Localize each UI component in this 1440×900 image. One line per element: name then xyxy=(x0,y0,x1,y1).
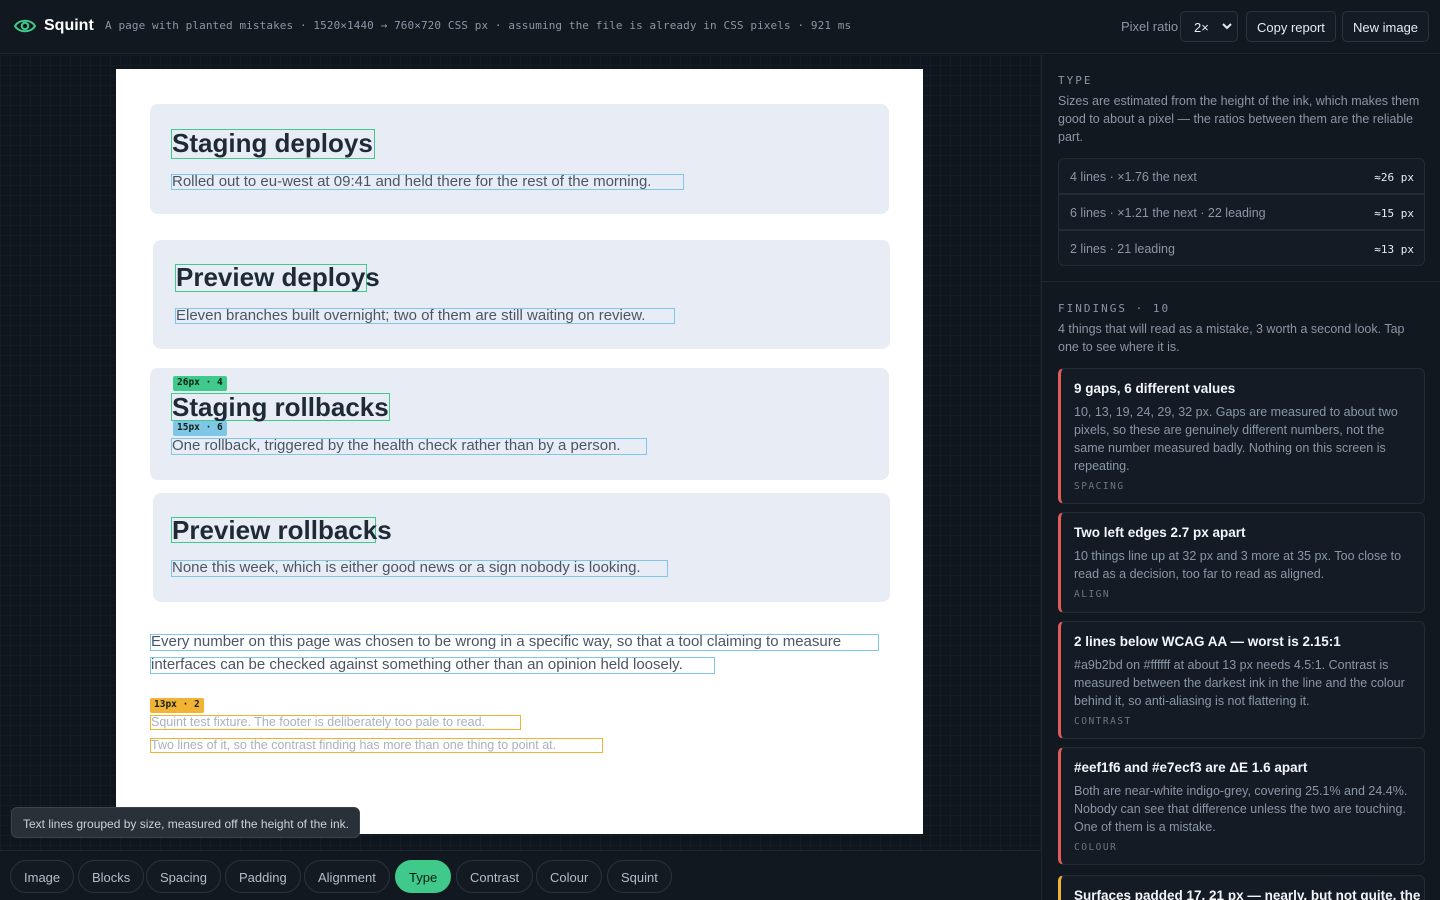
new-image-button[interactable]: New image xyxy=(1342,11,1430,42)
app-title: Squint xyxy=(44,17,94,34)
finding-title: 9 gaps, 6 different values xyxy=(1074,381,1236,396)
footer-line: Two lines of it, so the contrast finding… xyxy=(151,738,557,752)
copy-report-button[interactable]: Copy report xyxy=(1246,11,1336,42)
type-row-size: ≈26 px xyxy=(1374,171,1414,184)
paragraph-line: interfaces can be checked against someth… xyxy=(151,656,683,673)
finding-body: #a9b2bd on #ffffff at about 13 px needs … xyxy=(1074,658,1405,708)
card xyxy=(150,368,889,480)
finding-title: Two left edges 2.7 px apart xyxy=(1074,525,1246,540)
report-panel: TYPE Sizes are estimated from the height… xyxy=(1041,55,1440,900)
image-meta: A page with planted mistakes · 1520×1440… xyxy=(105,19,852,32)
type-row-label: 4 lines · ×1.76 the next xyxy=(1070,170,1197,184)
tab-alignment[interactable]: Alignment xyxy=(304,860,390,893)
card-body: Eleven branches built overnight; two of … xyxy=(176,307,646,324)
analyzed-image: Staging deploys Rolled out to eu-west at… xyxy=(116,69,923,834)
finding-card[interactable]: 2 lines below WCAG AA — worst is 2.15:1 … xyxy=(1058,621,1425,739)
type-row-label: 2 lines · 21 leading xyxy=(1070,242,1175,256)
tab-blocks[interactable]: Blocks xyxy=(78,860,145,893)
card xyxy=(153,493,890,602)
pixel-ratio-value: 2× xyxy=(1194,20,1209,35)
type-section-desc: Sizes are estimated from the height of t… xyxy=(1058,94,1420,144)
type-row[interactable]: 4 lines · ×1.76 the next ≈26 px xyxy=(1058,158,1425,194)
pixel-ratio-select[interactable]: 2× xyxy=(1180,11,1238,42)
finding-title: 2 lines below WCAG AA — worst is 2.15:1 xyxy=(1074,634,1341,649)
tab-image[interactable]: Image xyxy=(10,860,75,893)
divider xyxy=(1042,281,1440,282)
size-tag-footer: 13px · 2 xyxy=(150,698,204,713)
chevron-down-icon xyxy=(1222,23,1232,30)
size-tag-body: 15px · 6 xyxy=(173,421,227,436)
footer-line: Squint test fixture. The footer is delib… xyxy=(151,715,485,729)
tab-spacing[interactable]: Spacing xyxy=(146,860,221,893)
type-section-title: TYPE xyxy=(1058,74,1093,87)
finding-card[interactable]: Surfaces padded 17, 21 px — nearly, but … xyxy=(1058,875,1425,900)
type-row[interactable]: 6 lines · ×1.21 the next · 22 leading ≈1… xyxy=(1058,194,1425,230)
card-heading: Staging rollbacks xyxy=(172,392,389,422)
tooltip: Text lines grouped by size, measured off… xyxy=(11,807,360,838)
pixel-ratio-label: Pixel ratio xyxy=(1121,19,1179,34)
card-body: One rollback, triggered by the health ch… xyxy=(172,437,621,454)
tab-type[interactable]: Type xyxy=(395,860,452,893)
tab-colour[interactable]: Colour xyxy=(536,860,603,893)
finding-card[interactable]: 9 gaps, 6 different values 10, 13, 19, 2… xyxy=(1058,368,1425,504)
type-row-size: ≈13 px xyxy=(1374,243,1414,256)
findings-title: FINDINGS · 10 xyxy=(1058,302,1171,315)
view-tabs: Image Blocks Spacing Padding Alignment T… xyxy=(0,850,1041,900)
card xyxy=(153,240,890,349)
finding-body: 10, 13, 19, 24, 29, 32 px. Gaps are meas… xyxy=(1074,405,1398,473)
tab-padding[interactable]: Padding xyxy=(225,860,301,893)
finding-card[interactable]: #eef1f6 and #e7ecf3 are ΔE 1.6 apart Bot… xyxy=(1058,747,1425,865)
top-bar: Squint A page with planted mistakes · 15… xyxy=(0,0,1440,54)
card-body: None this week, which is either good new… xyxy=(172,559,641,576)
finding-body: 10 things line up at 32 px and 3 more at… xyxy=(1074,549,1402,581)
size-tag-heading: 26px · 4 xyxy=(173,376,227,391)
finding-body: Both are near-white indigo-grey, coverin… xyxy=(1074,784,1408,834)
card xyxy=(150,104,889,214)
finding-category: COLOUR xyxy=(1074,842,1118,853)
tab-contrast[interactable]: Contrast xyxy=(456,860,534,893)
type-row-size: ≈15 px xyxy=(1374,207,1414,220)
finding-category: SPACING xyxy=(1074,481,1125,492)
card-heading: Preview deploys xyxy=(176,262,380,292)
card-heading: Preview rollbacks xyxy=(172,515,392,545)
findings-desc: 4 things that will read as a mistake, 3 … xyxy=(1058,322,1405,354)
finding-category: CONTRAST xyxy=(1074,716,1132,727)
type-row-label: 6 lines · ×1.21 the next · 22 leading xyxy=(1070,206,1266,220)
finding-category: ALIGN xyxy=(1074,589,1111,600)
type-row[interactable]: 2 lines · 21 leading ≈13 px xyxy=(1058,230,1425,266)
card-heading: Staging deploys xyxy=(172,128,373,158)
tab-squint[interactable]: Squint xyxy=(607,860,672,893)
paragraph-line: Every number on this page was chosen to … xyxy=(151,633,842,650)
finding-title: Surfaces padded 17, 21 px — nearly, but … xyxy=(1074,888,1421,900)
finding-card[interactable]: Two left edges 2.7 px apart 10 things li… xyxy=(1058,512,1425,613)
card-body: Rolled out to eu-west at 09:41 and held … xyxy=(172,173,652,190)
finding-title: #eef1f6 and #e7ecf3 are ΔE 1.6 apart xyxy=(1074,760,1308,775)
eye-icon xyxy=(14,19,36,33)
